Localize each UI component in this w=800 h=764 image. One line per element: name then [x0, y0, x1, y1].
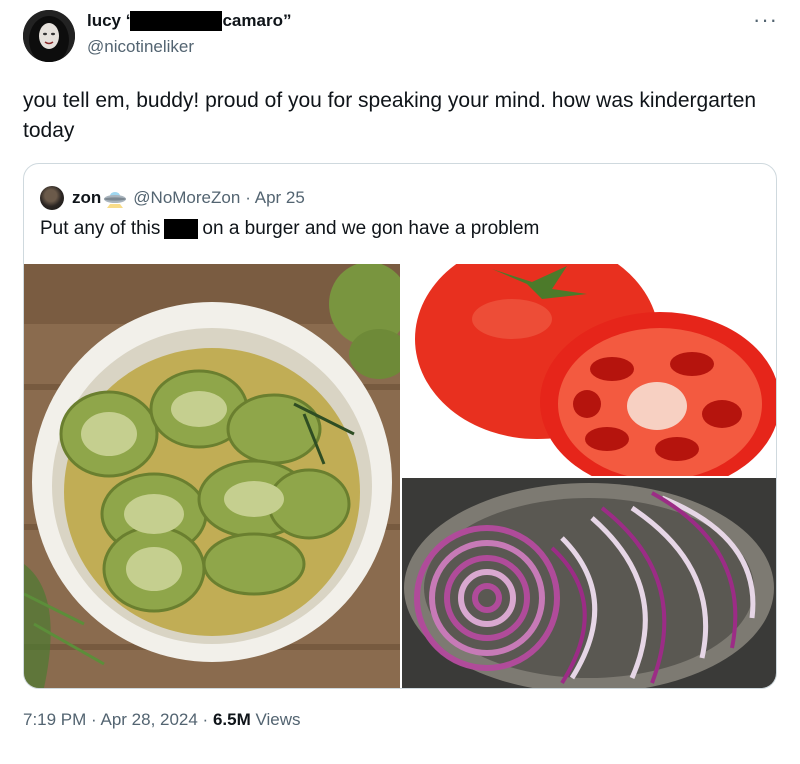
author-name-start[interactable]: lucy ‘	[87, 11, 130, 31]
quoted-text-before: Put any of this	[40, 218, 161, 239]
author-handle[interactable]: @nicotineliker	[87, 37, 194, 57]
quoted-tweet[interactable]: zon @NoMoreZon · Apr 25 Put any of this …	[23, 163, 777, 689]
pickles-image[interactable]	[24, 264, 400, 688]
red-onion-image[interactable]	[402, 478, 776, 688]
views-label: Views	[250, 710, 301, 729]
quoted-avatar[interactable]	[40, 186, 64, 210]
more-icon[interactable]: ···	[753, 7, 778, 33]
media-grid	[24, 264, 776, 688]
quoted-handle[interactable]: @NoMoreZon	[133, 188, 240, 208]
quoted-text-after: on a burger and we gon have a problem	[202, 218, 540, 239]
quoted-date[interactable]: · Apr 25	[245, 188, 305, 208]
tweet-time[interactable]: 7:19 PM	[23, 710, 86, 729]
author-name-end[interactable]: camaro”	[222, 11, 291, 31]
tweet-text: you tell em, buddy! proud of you for spe…	[23, 89, 757, 142]
name-redaction-bar	[130, 11, 223, 31]
quoted-header: zon @NoMoreZon · Apr 25	[72, 186, 305, 210]
author-avatar[interactable]	[23, 10, 75, 62]
quoted-name[interactable]: zon	[72, 188, 101, 208]
quoted-text: Put any of this on a burger and we gon h…	[40, 218, 539, 240]
ufo-emoji-icon	[104, 192, 127, 208]
tweet-date[interactable]: · Apr 28, 2024 ·	[86, 710, 213, 729]
avatar-image	[23, 10, 75, 62]
tomato-image[interactable]	[402, 264, 776, 476]
author-name-row[interactable]: lucy ‘ camaro”	[87, 10, 291, 32]
views-count: 6.5M	[212, 710, 251, 729]
text-redaction-bar	[164, 219, 199, 239]
tweet-footer: 7:19 PM · Apr 28, 2024 · 6.5M Views	[23, 710, 301, 730]
